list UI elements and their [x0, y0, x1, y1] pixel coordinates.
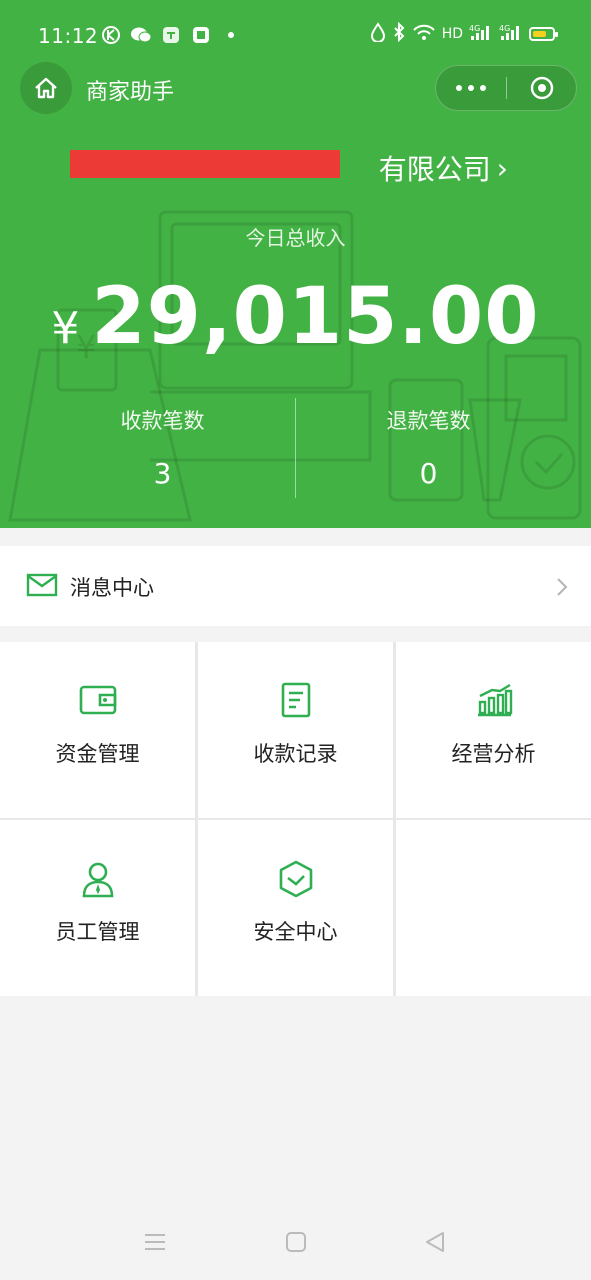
message-center-label: 消息中心	[70, 576, 154, 600]
status-time: 11:12	[38, 24, 99, 48]
staff-management-tile[interactable]: 员工管理	[0, 820, 195, 996]
shield-icon	[279, 860, 312, 898]
staff-management-label: 员工管理	[55, 920, 140, 944]
capsule-menu	[435, 65, 577, 111]
signal-2-icon: 4G	[499, 22, 523, 46]
svg-text:4G: 4G	[469, 24, 480, 33]
status-bar: 11:12 HD 4G 4G	[0, 0, 591, 70]
home-button[interactable]	[20, 62, 72, 114]
data-saver-icon	[370, 22, 386, 46]
wechat-icon	[130, 24, 152, 46]
chevron-right-icon	[557, 578, 568, 596]
mail-icon	[26, 573, 58, 597]
today-income-amount: ¥ 29,015.00	[0, 272, 591, 362]
staff-icon	[82, 862, 113, 898]
app-notify-icon	[160, 24, 182, 46]
payment-count-stat[interactable]: 收款笔数 3	[15, 405, 310, 490]
wifi-icon	[412, 22, 436, 46]
company-name: 有限公司	[378, 153, 491, 186]
app-title: 商家助手	[86, 80, 175, 105]
refund-count-stat[interactable]: 退款笔数 0	[281, 405, 576, 490]
bar-chart-icon	[477, 683, 512, 717]
business-analysis-label: 经营分析	[451, 742, 536, 766]
receipt-icon	[281, 682, 310, 718]
home-icon	[35, 77, 57, 99]
close-button[interactable]	[507, 66, 577, 110]
payment-count-value: 3	[153, 457, 172, 490]
more-button[interactable]	[436, 66, 506, 110]
message-center-row[interactable]: 消息中心	[0, 546, 591, 626]
home-square-icon[interactable]	[284, 1230, 308, 1254]
close-target-icon	[530, 76, 554, 100]
today-income-label: 今日总收入	[245, 226, 346, 250]
income-value: 29,015.00	[91, 272, 540, 362]
fund-management-label: 资金管理	[55, 742, 140, 766]
menu-icon[interactable]	[143, 1230, 167, 1254]
feature-grid: 资金管理 收款记录 经营分析 员工管理 安全中心	[0, 642, 591, 996]
chevron-right-icon: ›	[496, 151, 508, 185]
refund-count-value: 0	[419, 457, 438, 490]
network-type-label: HD	[441, 26, 463, 42]
wallet-icon	[79, 685, 116, 715]
back-triangle-icon[interactable]	[423, 1230, 447, 1254]
security-center-tile[interactable]: 安全中心	[198, 820, 393, 996]
app-k-icon	[100, 24, 122, 46]
battery-icon	[529, 27, 558, 41]
header-banner: ¥ 11:12 HD 4G 4G 商家助手 有限公司 › 今日总收入 ¥ 29,…	[0, 0, 591, 528]
redaction-bar	[70, 150, 340, 178]
currency-symbol: ¥	[51, 303, 80, 354]
more-dots-icon	[456, 85, 462, 91]
payment-count-label: 收款笔数	[120, 409, 205, 433]
fund-management-tile[interactable]: 资金管理	[0, 642, 195, 818]
bluetooth-icon	[392, 21, 406, 46]
notification-dot-icon	[220, 24, 242, 46]
business-analysis-tile[interactable]: 经营分析	[396, 642, 591, 818]
mini-program-navbar: 商家助手	[0, 62, 591, 114]
signal-1-icon: 4G	[469, 22, 493, 46]
system-navigation-bar	[0, 1210, 591, 1280]
payment-records-label: 收款记录	[253, 742, 338, 766]
empty-tile	[396, 820, 591, 996]
svg-text:4G: 4G	[499, 24, 510, 33]
refund-count-label: 退款笔数	[386, 409, 471, 433]
app-gallery-icon	[190, 24, 212, 46]
security-center-label: 安全中心	[253, 920, 338, 944]
payment-records-tile[interactable]: 收款记录	[198, 642, 393, 818]
